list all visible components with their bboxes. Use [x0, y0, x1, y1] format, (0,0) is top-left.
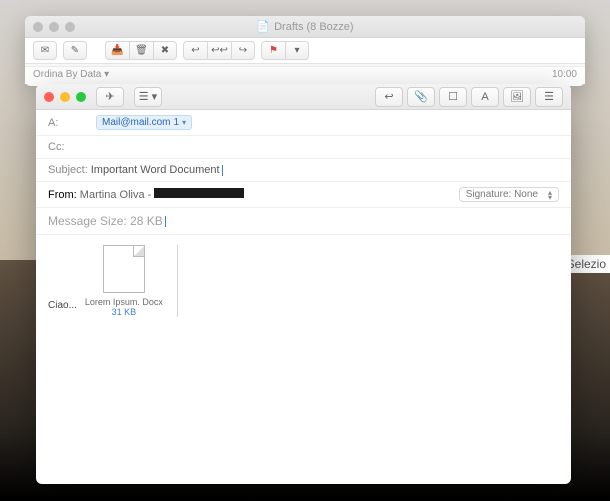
sort-button[interactable]: Ordina By Data ▾: [33, 69, 109, 82]
font-icon: A: [481, 91, 488, 103]
message-body[interactable]: Ciao... Lorem Ipsum. Docx 31 KB: [36, 235, 571, 327]
to-label: A:: [48, 117, 96, 129]
zoom-icon[interactable]: [65, 22, 75, 32]
attachment-size: 31 KB: [85, 307, 163, 317]
from-redacted: [154, 188, 244, 198]
to-field[interactable]: A: Mail@mail.com 1 ▾: [36, 110, 571, 136]
attach-button[interactable]: 📎: [407, 87, 435, 107]
sort-time: 10:00: [552, 69, 577, 82]
reply-type-button[interactable]: ↩: [375, 87, 403, 107]
folder-icon: 📄: [256, 20, 270, 33]
signature-select[interactable]: Signature: None ▴▾: [459, 187, 559, 202]
cc-field[interactable]: Cc:: [36, 136, 571, 159]
body-text: Ciao...: [48, 300, 77, 311]
message-size: Message Size: 28 KB: [36, 208, 571, 235]
format-button[interactable]: ☐: [439, 87, 467, 107]
photo-button[interactable]: 🖼: [503, 87, 531, 107]
sort-bar: Ordina By Data ▾ 10:00: [25, 66, 585, 84]
updown-icon: ▴▾: [548, 190, 552, 200]
reply-all-button[interactable]: ↩↩: [207, 41, 231, 60]
format-icon: ☐: [448, 90, 458, 103]
chevron-down-icon: ▾: [104, 69, 109, 80]
flag-menu-button[interactable]: ▾: [285, 41, 309, 60]
list-icon: ☰: [544, 90, 554, 103]
delete-button[interactable]: 🗑: [129, 41, 153, 60]
font-button[interactable]: A: [471, 87, 499, 107]
text-cursor: [165, 216, 166, 227]
chevron-down-icon: ▾: [182, 118, 186, 127]
paper-plane-icon: ✈: [105, 90, 114, 103]
from-field: From: Martina Oliva - Signature: None ▴▾: [36, 182, 571, 208]
window-title: Drafts (8 Bozze): [274, 21, 353, 33]
document-icon: [103, 245, 145, 293]
main-titlebar: 📄 Drafts (8 Bozze): [25, 16, 585, 38]
zoom-icon[interactable]: [76, 92, 86, 102]
flag-button[interactable]: ⚑: [261, 41, 285, 60]
minimize-icon[interactable]: [60, 92, 70, 102]
subject-field[interactable]: Subject: Important Word Document: [36, 159, 571, 182]
attachment[interactable]: Lorem Ipsum. Docx 31 KB: [85, 245, 163, 317]
compose-titlebar: ✈ ☰ ▾ ↩ 📎 ☐ A 🖼 ☰: [36, 84, 571, 110]
archive-button[interactable]: 📥: [105, 41, 129, 60]
compose-button[interactable]: ✎: [63, 41, 87, 60]
close-icon[interactable]: [33, 22, 43, 32]
junk-button[interactable]: ✖: [153, 41, 177, 60]
main-toolbar: ✉ ✎ 📥 🗑 ✖ ↩ ↩↩ ↪ ⚑ ▾: [25, 38, 585, 64]
text-cursor: [222, 165, 223, 176]
subject-label: Subject:: [48, 164, 88, 176]
paperclip-icon: 📎: [414, 90, 428, 103]
separator: [177, 245, 178, 317]
get-mail-button[interactable]: ✉: [33, 41, 57, 60]
compose-window: ✈ ☰ ▾ ↩ 📎 ☐ A 🖼 ☰ A: Mail@mail.com 1 ▾ C…: [36, 84, 571, 484]
minimize-icon[interactable]: [49, 22, 59, 32]
from-name: Martina Oliva -: [80, 189, 152, 201]
send-button[interactable]: ✈: [96, 87, 124, 107]
reply-button[interactable]: ↩: [183, 41, 207, 60]
reply-icon: ↩: [384, 90, 393, 103]
close-icon[interactable]: [44, 92, 54, 102]
forward-button[interactable]: ↪: [231, 41, 255, 60]
from-label: From:: [48, 189, 77, 201]
markup-button[interactable]: ☰: [535, 87, 563, 107]
attachment-name: Lorem Ipsum. Docx: [85, 297, 163, 307]
photo-icon: 🖼: [510, 90, 524, 103]
recipient-pill[interactable]: Mail@mail.com 1 ▾: [96, 115, 192, 130]
header-fields-button[interactable]: ☰ ▾: [134, 87, 162, 107]
subject-value: Important Word Document: [91, 164, 220, 176]
cc-label: Cc:: [48, 141, 96, 153]
